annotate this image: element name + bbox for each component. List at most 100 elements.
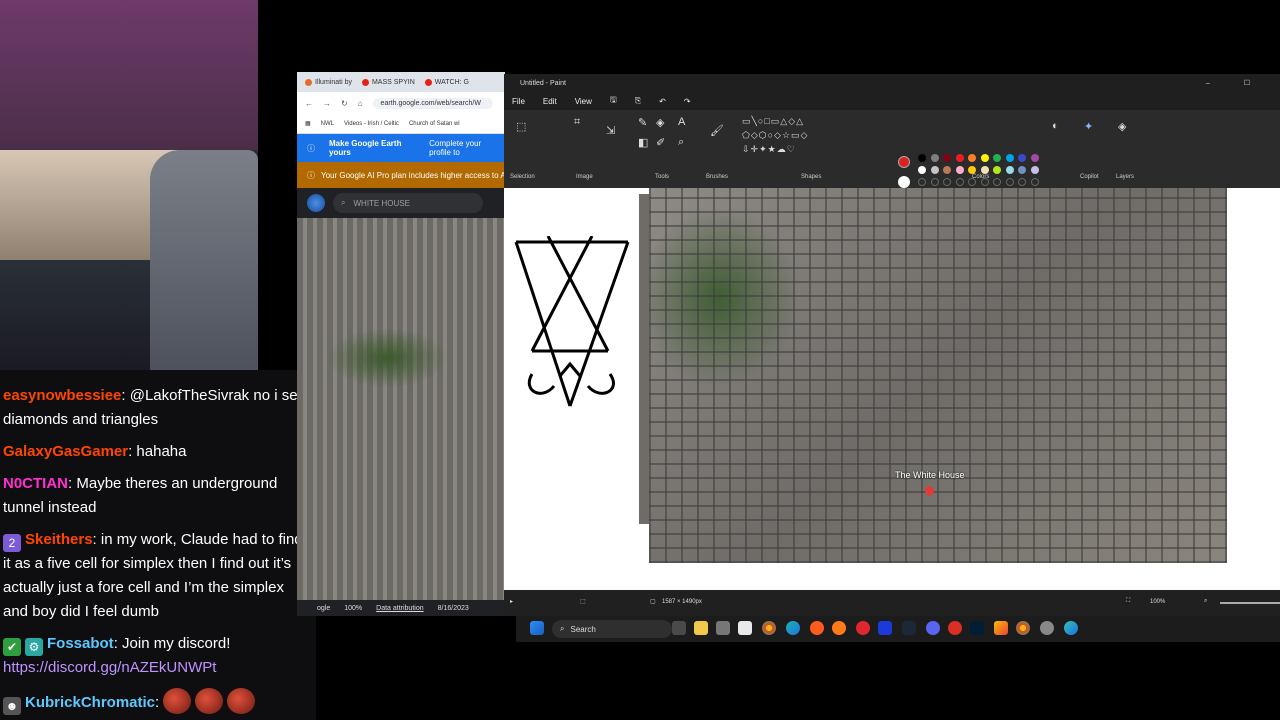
app-icon[interactable]	[994, 621, 1008, 635]
resize-icon[interactable]: ⇲	[606, 124, 615, 137]
empty-color-slot[interactable]	[955, 178, 964, 186]
eraser-icon[interactable]: ◧	[638, 136, 648, 149]
secondary-color-swatch[interactable]	[898, 176, 910, 188]
file-explorer-icon[interactable]	[694, 621, 708, 635]
app-icon[interactable]	[878, 621, 892, 635]
edge-icon[interactable]	[786, 621, 800, 635]
zoom-level[interactable]: 100%	[1150, 599, 1165, 605]
palette-color-swatch[interactable]	[943, 154, 951, 162]
brushes-icon[interactable]: 🖌	[710, 124, 724, 137]
edit-colors-icon[interactable]: ◐	[1052, 120, 1059, 132]
open-icon[interactable]: ⎘	[635, 96, 641, 106]
task-view-icon[interactable]	[672, 621, 686, 635]
fill-icon[interactable]: ◈	[656, 116, 664, 129]
chat-username[interactable]: Fossabot	[47, 635, 114, 652]
palette-color-swatch[interactable]	[955, 154, 964, 162]
back-icon[interactable]: ←	[305, 99, 313, 108]
window-controls[interactable]: – ☐	[1206, 79, 1266, 87]
palette-color-swatch[interactable]	[930, 166, 939, 174]
chat-username[interactable]: KubrickChromatic	[25, 694, 155, 711]
zoom-slider[interactable]	[1220, 602, 1280, 604]
steam-icon[interactable]	[902, 621, 916, 635]
bookmark-item[interactable]: Church of Satan wi	[409, 121, 460, 127]
palette-color-swatch[interactable]	[1018, 154, 1026, 162]
color-picker-icon[interactable]: ✐	[656, 136, 665, 149]
selection-icon[interactable]: ⬚	[516, 120, 526, 133]
menu-edit[interactable]: Edit	[543, 97, 557, 106]
discord-link[interactable]: https://discord.gg/nAZEkUNWPt	[3, 659, 216, 676]
menu-file[interactable]: File	[512, 97, 525, 106]
pencil-icon[interactable]: ✎	[638, 116, 647, 129]
chat-username[interactable]: easynowbessiee	[3, 387, 121, 404]
brave-icon[interactable]	[810, 621, 824, 635]
chat-username[interactable]: Skeithers	[25, 531, 93, 548]
earth-map-view[interactable]	[297, 218, 505, 616]
browser-tab[interactable]: WATCH: G	[424, 78, 469, 86]
palette-color-swatch[interactable]	[993, 166, 1001, 174]
active-color-swatch[interactable]	[898, 156, 910, 168]
bookmark-item[interactable]: NWL	[321, 121, 334, 127]
palette-color-swatch[interactable]	[1005, 154, 1014, 162]
empty-color-slot[interactable]	[1005, 178, 1014, 186]
copilot-icon[interactable]: ✦	[1084, 120, 1093, 133]
firefox-icon[interactable]	[832, 621, 846, 635]
photoshop-icon[interactable]	[970, 621, 984, 635]
palette-color-swatch[interactable]	[1005, 166, 1014, 174]
calendar-icon[interactable]	[738, 621, 752, 635]
browser-tab[interactable]: Illuminati by	[305, 78, 352, 86]
discord-icon[interactable]	[926, 621, 940, 635]
palette-color-swatch[interactable]	[1030, 166, 1039, 174]
palette-color-swatch[interactable]	[1030, 154, 1039, 162]
chrome-icon[interactable]	[1016, 621, 1030, 635]
start-icon[interactable]	[530, 621, 544, 635]
chat-username[interactable]: GalaxyGasGamer	[3, 443, 128, 460]
url-input[interactable]: earth.google.com/web/search/W	[372, 97, 493, 109]
browser-tab[interactable]: MASS SPYIN	[361, 78, 415, 86]
palette-color-swatch[interactable]	[955, 166, 964, 174]
palette-color-swatch[interactable]	[993, 154, 1001, 162]
reload-icon[interactable]: ↻	[341, 99, 348, 108]
empty-color-slot[interactable]	[993, 178, 1001, 186]
palette-color-swatch[interactable]	[918, 166, 926, 174]
palette-color-swatch[interactable]	[968, 166, 976, 174]
empty-color-slot[interactable]	[943, 178, 951, 186]
settings-icon[interactable]	[1040, 621, 1054, 635]
empty-color-slot[interactable]	[930, 178, 939, 186]
undo-icon[interactable]: ↶	[659, 97, 666, 106]
home-icon[interactable]: ⌂	[358, 99, 363, 108]
empty-color-slot[interactable]	[1030, 178, 1039, 186]
fit-icon[interactable]: ⛶	[1126, 598, 1130, 605]
apps-grid-icon[interactable]: ▦	[305, 120, 311, 127]
palette-color-swatch[interactable]	[980, 154, 989, 162]
text-icon[interactable]: A	[678, 116, 685, 128]
layers-icon[interactable]: ◈	[1118, 120, 1126, 133]
app-icon[interactable]	[948, 621, 962, 635]
opera-icon[interactable]	[856, 621, 870, 635]
palette-color-swatch[interactable]	[930, 154, 939, 162]
taskbar-search[interactable]: ⌕ Search	[552, 620, 672, 638]
palette-color-swatch[interactable]	[980, 166, 989, 174]
save-icon[interactable]: 🖫	[610, 94, 617, 108]
shapes-gallery-icon[interactable]: ⬠◇⬡○◇☆▭◇	[742, 130, 808, 141]
crop-icon[interactable]: ⌗	[574, 116, 580, 129]
palette-color-swatch[interactable]	[968, 154, 976, 162]
edge-icon[interactable]	[1064, 621, 1078, 635]
google-earth-logo-icon[interactable]	[307, 194, 325, 212]
empty-color-slot[interactable]	[918, 178, 926, 186]
magnifier-icon[interactable]: ⌕	[678, 136, 684, 149]
palette-color-swatch[interactable]	[1018, 166, 1026, 174]
banner-link[interactable]: Complete your profile to	[429, 139, 505, 157]
shapes-gallery-icon[interactable]: ⇩✛✦★☁♡	[742, 144, 796, 155]
calculator-icon[interactable]	[716, 621, 730, 635]
palette-color-swatch[interactable]	[943, 166, 951, 174]
shapes-gallery-icon[interactable]: ▭╲○□▭△◇△	[742, 116, 804, 127]
earth-search-input[interactable]: ⌕ WHITE HOUSE	[333, 193, 483, 213]
data-attribution-link[interactable]: Data attribution	[376, 605, 423, 612]
zoom-out-icon[interactable]: ⌕	[1204, 598, 1207, 605]
redo-icon[interactable]: ↷	[684, 97, 691, 106]
chat-username[interactable]: N0CTIAN	[3, 475, 68, 492]
bookmark-item[interactable]: Videos - Irish / Celtic	[344, 121, 399, 127]
palette-color-swatch[interactable]	[918, 154, 926, 162]
empty-color-slot[interactable]	[1018, 178, 1026, 186]
menu-view[interactable]: View	[575, 97, 592, 106]
